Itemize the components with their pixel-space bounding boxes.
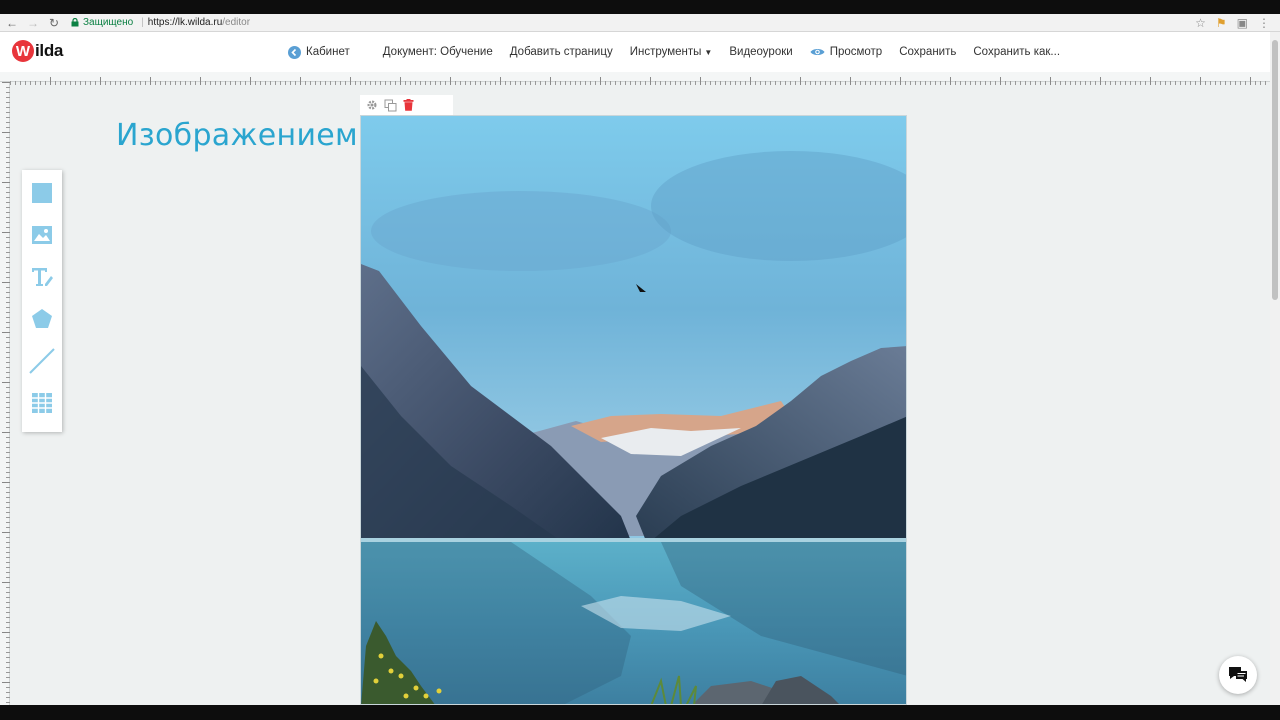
logo-badge: W xyxy=(12,40,34,62)
menu-video[interactable]: Видеоуроки xyxy=(729,46,792,58)
browser-menu-icon[interactable]: ⋮ xyxy=(1258,16,1270,30)
lock-icon xyxy=(71,18,79,27)
shape-tool-icon[interactable] xyxy=(29,306,55,332)
editor-app: W ilda Кабинет Документ: Обучение Добави… xyxy=(0,32,1280,705)
editor-header: W ilda Кабинет Документ: Обучение Добави… xyxy=(0,32,1270,72)
menu-save-as[interactable]: Сохранить как... xyxy=(973,46,1060,58)
copy-icon[interactable] xyxy=(384,99,397,112)
menu-document[interactable]: Документ: Обучение xyxy=(383,46,493,58)
landscape-image[interactable] xyxy=(360,115,907,705)
bookmark-star-icon[interactable]: ☆ xyxy=(1195,16,1206,30)
square-tool-icon[interactable] xyxy=(29,180,55,206)
page-scrollbar[interactable] xyxy=(1270,32,1280,705)
vertical-ruler-ticks xyxy=(0,82,10,705)
canvas-heading[interactable]: Изображением xyxy=(116,118,358,153)
url-host: https://lk.wilda.ru xyxy=(147,17,223,28)
eye-icon xyxy=(810,49,825,55)
gear-icon[interactable] xyxy=(366,99,378,111)
address-separator: | xyxy=(141,17,144,28)
reload-icon[interactable]: ↻ xyxy=(45,14,63,32)
browser-actions: ☆ ⚑ ▣ ⋮ xyxy=(1195,16,1270,30)
text-tool-icon[interactable] xyxy=(29,264,55,290)
window-bottom-bar xyxy=(0,705,1280,720)
menu-preview[interactable]: Просмотр xyxy=(810,46,883,58)
block-controls xyxy=(360,95,453,115)
forward-icon[interactable]: → xyxy=(24,14,42,32)
arrow-left-circle-icon xyxy=(288,45,301,59)
top-menu: Кабинет Документ: Обучение Добавить стра… xyxy=(288,32,1077,72)
back-icon[interactable]: ← xyxy=(3,14,21,32)
horizontal-ruler xyxy=(0,72,1270,85)
address-bar[interactable]: Защищено | https://lk.wilda.ru /editor xyxy=(71,17,250,28)
browser-toolbar: ← → ↻ Защищено | https://lk.wilda.ru /ed… xyxy=(0,14,1280,32)
table-tool-icon[interactable] xyxy=(29,390,55,416)
vertical-ruler xyxy=(0,82,10,705)
menu-preview-label: Просмотр xyxy=(829,46,883,58)
caret-down-icon: ▼ xyxy=(704,47,713,57)
scrollbar-thumb[interactable] xyxy=(1272,40,1278,300)
chat-bubbles-icon xyxy=(1229,667,1247,682)
menu-cabinet[interactable]: Кабинет xyxy=(288,45,350,59)
image-tool-icon[interactable] xyxy=(29,222,55,248)
extension-box-icon[interactable]: ▣ xyxy=(1237,16,1248,30)
menu-tools-label: Инструменты xyxy=(629,46,702,58)
wilda-logo[interactable]: W ilda xyxy=(12,40,63,62)
chat-button[interactable] xyxy=(1219,656,1257,694)
line-tool-icon[interactable] xyxy=(29,348,55,374)
logo-text: ilda xyxy=(35,41,64,60)
element-toolbox xyxy=(22,170,62,432)
menu-cabinet-label: Кабинет xyxy=(306,46,350,58)
secure-label: Защищено xyxy=(83,17,134,28)
menu-tools[interactable]: Инструменты ▼ xyxy=(630,46,713,58)
window-top-bar xyxy=(0,0,1280,14)
horizontal-ruler-ticks xyxy=(10,75,1270,85)
menu-save[interactable]: Сохранить xyxy=(899,46,956,58)
lake-mountain-picture xyxy=(361,116,906,704)
trash-icon[interactable] xyxy=(403,99,414,111)
menu-add-page[interactable]: Добавить страницу xyxy=(510,46,613,58)
url-path: /editor xyxy=(222,17,251,28)
extension-icon[interactable]: ⚑ xyxy=(1216,16,1227,30)
